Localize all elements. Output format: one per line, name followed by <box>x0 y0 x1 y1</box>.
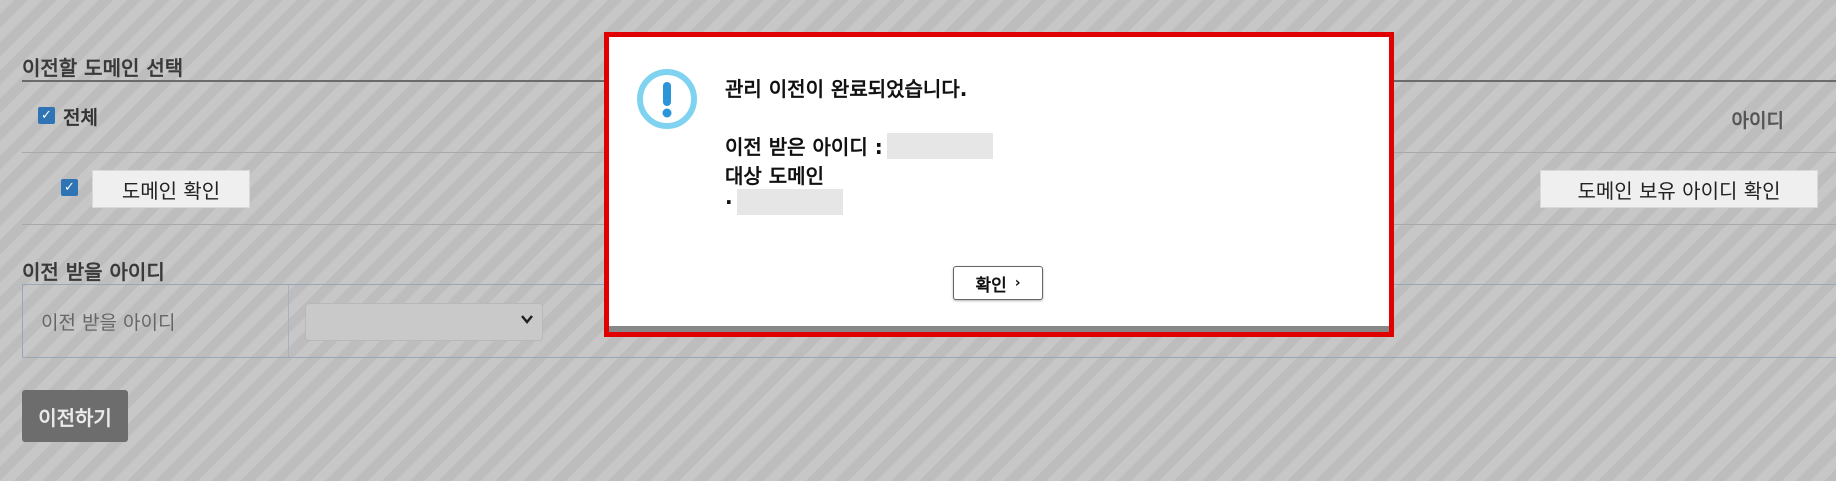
dialog-body: 관리 이전이 완료되었습니다. 이전 받은 아이디 : 대상 도메인 · 확인 … <box>609 37 1389 332</box>
exclamation-circle-icon <box>636 68 698 130</box>
chevron-right-icon: › <box>1014 275 1021 291</box>
section-title-domain: 이전할 도메인 선택 <box>22 56 184 80</box>
section-title-recipient: 이전 받을 아이디 <box>22 260 165 284</box>
recipient-id-line: 이전 받은 아이디 : <box>725 131 993 160</box>
column-header-id: 아이디 <box>1731 110 1784 132</box>
chevron-down-icon <box>520 310 534 331</box>
redacted-recipient-id <box>886 132 993 159</box>
select-all-checkbox[interactable]: ✓ <box>38 107 55 124</box>
dialog-message-title: 관리 이전이 완료되었습니다. <box>725 77 968 101</box>
target-domain-label: 대상 도메인 <box>725 164 824 188</box>
ok-button-label: 확인 <box>975 275 1007 296</box>
target-domain-line: · <box>725 189 843 215</box>
select-all-label: 전체 <box>63 107 98 129</box>
redacted-target-domain <box>736 189 843 215</box>
domain-row-checkbox[interactable]: ✓ <box>61 179 78 196</box>
bullet: · <box>725 190 733 214</box>
transfer-complete-dialog: 관리 이전이 완료되었습니다. 이전 받은 아이디 : 대상 도메인 · 확인 … <box>604 32 1394 337</box>
recipient-field-label: 이전 받을 아이디 <box>23 285 289 357</box>
check-domain-button[interactable]: 도메인 확인 <box>92 170 250 208</box>
check-domain-owner-button[interactable]: 도메인 보유 아이디 확인 <box>1540 170 1818 208</box>
transfer-button[interactable]: 이전하기 <box>22 390 128 442</box>
ok-button[interactable]: 확인 › <box>953 266 1043 300</box>
recipient-id-select[interactable] <box>305 303 543 341</box>
recipient-id-label: 이전 받은 아이디 : <box>725 135 883 159</box>
